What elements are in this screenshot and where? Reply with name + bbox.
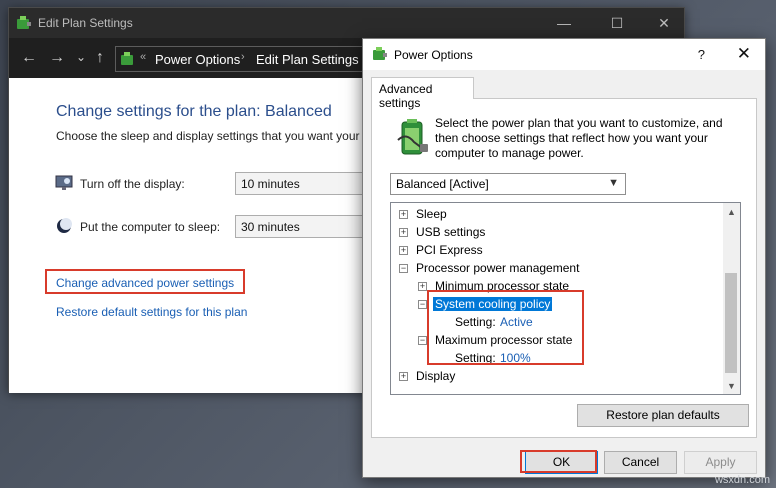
chevron-down-icon: ▼ — [608, 177, 619, 189]
dialog-title-bar: Power Options ? ✕ — [363, 39, 765, 70]
tab-advanced-settings[interactable]: Advanced settings — [371, 77, 474, 110]
power-options-icon — [373, 47, 387, 60]
power-plan-dropdown[interactable]: Balanced [Active] ▼ — [390, 173, 626, 195]
dialog-instructions: Select the power plan that you want to c… — [435, 116, 723, 160]
back-arrow-icon[interactable]: ← — [21, 48, 37, 68]
change-advanced-settings-link[interactable]: Change advanced power settings — [56, 276, 234, 290]
minimize-button[interactable]: — — [541, 8, 587, 38]
collapse-icon[interactable]: − — [418, 336, 427, 345]
sleep-timeout-select[interactable]: 30 minutes — [235, 215, 365, 238]
tree-item-label: Processor power management — [416, 261, 580, 275]
breadcrumb-separator-icon: › — [241, 51, 245, 63]
moon-icon — [57, 218, 72, 233]
collapse-icon[interactable]: − — [418, 300, 427, 309]
advanced-settings-panel: Select the power plan that you want to c… — [371, 98, 757, 438]
breadcrumb-power-options[interactable]: Power Options — [155, 52, 240, 67]
tree-item[interactable]: Setting: 100% — [391, 350, 721, 368]
cancel-button[interactable]: Cancel — [604, 451, 677, 474]
tree-item-label: Sleep — [416, 207, 447, 221]
sleep-timeout-label: Put the computer to sleep: — [80, 220, 221, 234]
collapse-icon[interactable]: − — [399, 264, 408, 273]
tree-item[interactable]: + Sleep — [391, 206, 721, 224]
title-bar: Edit Plan Settings — ☐ ✕ — [9, 8, 684, 38]
tree-item-label: USB settings — [416, 225, 486, 239]
scroll-up-icon[interactable]: ▲ — [727, 207, 736, 217]
watermark: wsxdn.com — [714, 474, 770, 486]
tree-scrollbar[interactable]: ▲ ▼ — [723, 203, 740, 394]
breadcrumb-overflow-icon[interactable]: « — [140, 51, 146, 63]
recent-locations-chevron-icon[interactable]: ⌄ — [76, 47, 86, 67]
window-title: Edit Plan Settings — [38, 16, 133, 30]
help-button[interactable]: ? — [698, 47, 705, 62]
tree-item-label: System cooling policy — [433, 297, 553, 311]
monitor-icon — [55, 175, 73, 190]
tree-item[interactable]: − Processor power management — [391, 260, 721, 278]
forward-arrow-icon[interactable]: → — [49, 48, 65, 68]
dialog-close-button[interactable]: ✕ — [737, 44, 751, 64]
tree-item-label: Setting: — [455, 351, 496, 365]
display-timeout-label: Turn off the display: — [80, 177, 185, 191]
power-plan-selected: Balanced [Active] — [396, 177, 489, 191]
expand-icon[interactable]: + — [399, 372, 408, 381]
tree-item-label: PCI Express — [416, 243, 483, 257]
tree-setting-value[interactable]: Active — [500, 315, 533, 329]
scroll-down-icon[interactable]: ▼ — [727, 381, 736, 391]
page-description: Choose the sleep and display settings th… — [56, 129, 369, 143]
tree-item-label: Minimum processor state — [435, 279, 570, 293]
expand-icon[interactable]: + — [399, 228, 408, 237]
maximize-button[interactable]: ☐ — [594, 8, 640, 38]
ok-button[interactable]: OK — [525, 451, 598, 474]
dialog-title: Power Options — [394, 48, 473, 62]
expand-icon[interactable]: + — [399, 246, 408, 255]
tree-item[interactable]: − Maximum processor state — [391, 332, 721, 350]
close-button[interactable]: ✕ — [641, 8, 687, 38]
restore-plan-defaults-button[interactable]: Restore plan defaults — [577, 404, 749, 427]
tree-item[interactable]: + Display — [391, 368, 721, 386]
tree-item-label: Display — [416, 369, 456, 383]
tree-item[interactable]: + Minimum processor state — [391, 278, 721, 296]
power-options-icon — [17, 16, 31, 29]
settings-tree[interactable]: + Sleep + USB settings + PCI Express − Processo… — [390, 202, 741, 395]
tree-item[interactable]: + USB settings — [391, 224, 721, 242]
control-panel-icon — [121, 52, 133, 65]
apply-button[interactable]: Apply — [684, 451, 757, 474]
scroll-thumb[interactable] — [725, 273, 737, 373]
power-options-dialog: Power Options ? ✕ Advanced settings Sele… — [362, 38, 766, 478]
expand-icon[interactable]: + — [399, 210, 408, 219]
breadcrumb-edit-plan-settings[interactable]: Edit Plan Settings — [256, 52, 359, 67]
page-title: Change settings for the plan: Balanced — [56, 103, 332, 120]
expand-icon[interactable]: + — [418, 282, 427, 291]
tree-item-label: Setting: — [455, 315, 496, 329]
tree-item[interactable]: − System cooling policy — [391, 296, 721, 314]
display-timeout-select[interactable]: 10 minutes — [235, 172, 365, 195]
battery-power-icon — [397, 119, 428, 155]
restore-defaults-link[interactable]: Restore default settings for this plan — [56, 305, 247, 319]
tree-item-label: Maximum processor state — [435, 333, 573, 347]
tree-setting-value[interactable]: 100% — [500, 351, 531, 365]
tree-item[interactable]: + PCI Express — [391, 242, 721, 260]
up-arrow-icon[interactable]: ↑ — [96, 48, 104, 68]
tree-item[interactable]: Setting: Active — [391, 314, 721, 332]
